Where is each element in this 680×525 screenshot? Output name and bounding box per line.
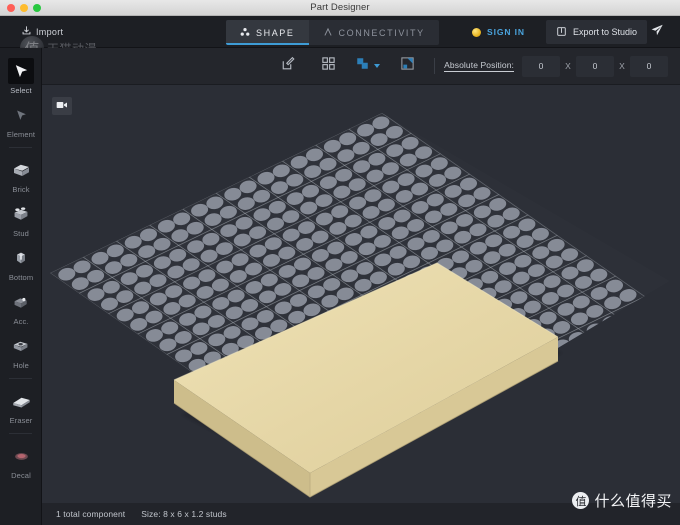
sidebar-item-decal[interactable]: Decal — [0, 439, 42, 483]
hole-icon — [8, 333, 34, 359]
stud-icon — [8, 201, 34, 227]
import-label: Import — [36, 26, 64, 37]
sidebar-label-stud: Stud — [13, 229, 29, 238]
export-label: Export to Studio — [573, 27, 638, 37]
import-button[interactable]: Import — [14, 22, 70, 41]
cursor-arrow-icon — [8, 58, 34, 84]
sidebar-label-accessory: Acc. — [13, 317, 29, 326]
export-to-studio-button[interactable]: Export to Studio — [546, 20, 648, 44]
brick-icon — [8, 157, 34, 183]
tab-connectivity-label: CONNECTIVITY — [338, 27, 425, 38]
shape-icon — [240, 27, 250, 39]
3d-viewport[interactable]: 1 total component Size: 8 x 6 x 1.2 stud… — [42, 85, 680, 525]
absolute-position-label[interactable]: Absolute Position: — [444, 60, 514, 72]
camera-button[interactable] — [52, 97, 72, 115]
window-titlebar: Part Designer — [0, 0, 680, 16]
sidebar-label-select: Select — [10, 86, 32, 95]
top-toolbar: Import 值 天猫动漫 CDNDMS.COM SHAPE — [0, 16, 680, 60]
sidebar-label-decal: Decal — [11, 471, 31, 480]
sidebar-item-eraser[interactable]: Eraser — [0, 384, 42, 428]
connectivity-icon — [323, 27, 333, 39]
sidebar-divider-3 — [9, 433, 32, 434]
sidebar-label-bottom: Bottom — [8, 273, 34, 282]
edit-square-button[interactable] — [275, 54, 301, 78]
tab-shape-label: SHAPE — [256, 27, 295, 38]
edit-square-icon — [281, 56, 296, 76]
sidebar-label-hole: Hole — [13, 361, 29, 370]
element-arrow-icon — [8, 102, 34, 128]
sidebar-item-element[interactable]: Element — [0, 98, 42, 142]
bottom-icon — [8, 245, 34, 271]
decal-icon — [8, 443, 34, 469]
sidebar-divider-1 — [9, 147, 32, 148]
grid-four-icon — [321, 56, 336, 76]
left-toolbar: Select Element Brick Stud Bottom Acc. Ho… — [0, 48, 42, 525]
status-bar: 1 total component Size: 8 x 6 x 1.2 stud… — [42, 503, 680, 525]
import-icon — [21, 25, 32, 38]
sidebar-item-accessory[interactable]: Acc. — [0, 285, 42, 329]
sign-in-label: SIGN IN — [487, 27, 525, 37]
position-z-input[interactable]: 0 — [630, 55, 668, 77]
shape-select-icon — [355, 56, 370, 76]
camera-icon — [56, 97, 68, 115]
sidebar-item-hole[interactable]: Hole — [0, 329, 42, 373]
sidebar-item-stud[interactable]: Stud — [0, 197, 42, 241]
grid-four-button[interactable] — [315, 54, 341, 78]
position-separator-1: X — [565, 61, 571, 71]
component-count: 1 total component — [56, 509, 126, 519]
window-title: Part Designer — [310, 2, 370, 13]
tab-connectivity[interactable]: CONNECTIVITY — [309, 20, 439, 45]
sign-in-button[interactable]: SIGN IN — [472, 16, 525, 48]
sidebar-label-eraser: Eraser — [9, 416, 33, 425]
sub-toolbar: Absolute Position: 0 X 0 X 0 — [42, 48, 680, 85]
sidebar-divider-2 — [9, 378, 32, 379]
sidebar-item-brick[interactable]: Brick — [0, 153, 42, 197]
snap-corner-icon — [400, 56, 415, 76]
chevron-down-icon — [374, 64, 381, 68]
position-separator-2: X — [619, 61, 625, 71]
sidebar-item-bottom[interactable]: Bottom — [0, 241, 42, 285]
snap-corner-button[interactable] — [394, 54, 420, 78]
sidebar-label-element: Element — [6, 130, 36, 139]
position-x-input[interactable]: 0 — [522, 55, 560, 77]
send-button[interactable] — [645, 20, 669, 44]
paper-plane-icon — [650, 23, 664, 42]
coin-icon — [472, 27, 481, 37]
accessory-icon — [8, 289, 34, 315]
main-tabs: SHAPE CONNECTIVITY — [226, 20, 439, 45]
sidebar-label-brick: Brick — [12, 185, 30, 194]
position-y-input[interactable]: 0 — [576, 55, 614, 77]
book-icon — [556, 26, 567, 39]
sidebar-item-select[interactable]: Select — [0, 54, 42, 98]
tab-shape[interactable]: SHAPE — [226, 20, 309, 45]
scene-render — [42, 85, 680, 525]
shape-select-button[interactable] — [355, 56, 381, 76]
model-size: Size: 8 x 6 x 1.2 studs — [141, 509, 227, 519]
app-window: Part Designer Import 值 天猫动漫 CDNDMS.COM — [0, 0, 680, 525]
toolbar-divider — [434, 58, 436, 74]
eraser-icon — [8, 388, 34, 414]
